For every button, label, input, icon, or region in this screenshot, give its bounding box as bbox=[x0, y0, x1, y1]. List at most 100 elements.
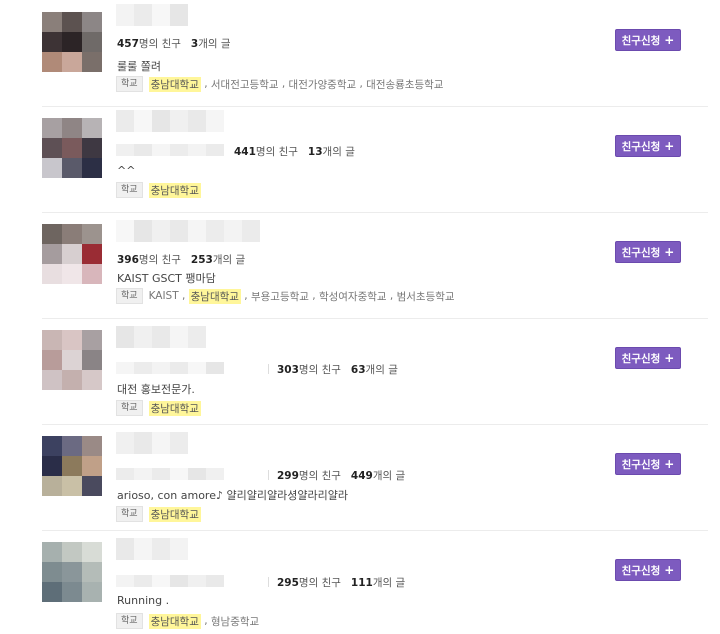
blur-block bbox=[206, 468, 224, 480]
school-link[interactable]: 충남대학교 bbox=[148, 182, 201, 198]
blur-block bbox=[134, 326, 152, 348]
add-friend-button[interactable]: 친구신청 + bbox=[615, 29, 681, 51]
add-friend-button[interactable]: 친구신청 + bbox=[615, 559, 681, 581]
user-name-blurred[interactable] bbox=[116, 326, 206, 348]
blur-block bbox=[134, 220, 152, 242]
blur-block bbox=[134, 538, 152, 560]
blur-block bbox=[206, 110, 224, 132]
school-link[interactable]: 충남대학교 bbox=[148, 400, 201, 416]
school-link[interactable]: 대전가양중학교 bbox=[289, 77, 357, 92]
plus-icon: + bbox=[664, 351, 675, 365]
add-friend-button[interactable]: 친구신청 + bbox=[615, 135, 681, 157]
avatar-pixel bbox=[82, 582, 102, 602]
blur-block bbox=[116, 4, 134, 26]
school-link[interactable]: 충남대학교 bbox=[148, 506, 201, 522]
add-friend-label: 친구신청 bbox=[621, 564, 661, 577]
avatar[interactable] bbox=[42, 224, 102, 284]
user-name-blurred[interactable] bbox=[116, 538, 188, 560]
avatar-pixel bbox=[42, 562, 62, 582]
blur-block bbox=[152, 468, 170, 480]
user-name-blurred[interactable] bbox=[116, 110, 224, 132]
school-separator: , bbox=[278, 78, 289, 90]
avatar-pixel bbox=[42, 350, 62, 370]
blur-block bbox=[116, 538, 134, 560]
school-link[interactable]: 서대전고등학교 bbox=[211, 77, 279, 92]
user-name-blurred[interactable] bbox=[116, 432, 188, 454]
blur-block bbox=[152, 538, 170, 560]
avatar-pixel bbox=[62, 264, 82, 284]
school-link[interactable]: KAIST bbox=[149, 290, 179, 302]
school-link[interactable]: 충남대학교 bbox=[188, 288, 241, 304]
school-link[interactable]: 대전송룡초등학교 bbox=[366, 77, 443, 92]
school-tag-badge: 학교 bbox=[116, 76, 143, 92]
avatar-pixel bbox=[62, 138, 82, 158]
avatar-pixel bbox=[42, 244, 62, 264]
blur-block bbox=[134, 575, 152, 587]
friend-count-label: 명의 친구 bbox=[255, 146, 298, 158]
avatar[interactable] bbox=[42, 118, 102, 178]
avatar-pixel bbox=[42, 138, 62, 158]
school-list: 학교 충남대학교 bbox=[116, 506, 201, 522]
school-list: 학교 충남대학교 , 서대전고등학교 , 대전가양중학교 , 대전송룡초등학교 bbox=[116, 76, 443, 92]
friend-count-label: 명의 친구 bbox=[138, 254, 181, 266]
blur-block bbox=[170, 362, 188, 374]
row-divider bbox=[42, 318, 708, 319]
user-name-blurred[interactable] bbox=[116, 4, 188, 26]
avatar-pixel bbox=[42, 264, 62, 284]
school-tag-badge: 학교 bbox=[116, 400, 143, 416]
blur-block bbox=[242, 220, 260, 242]
school-link[interactable]: 충남대학교 bbox=[148, 613, 201, 629]
blur-block bbox=[170, 432, 188, 454]
blur-block bbox=[116, 110, 134, 132]
avatar-pixel bbox=[42, 158, 62, 178]
avatar-pixel bbox=[82, 244, 102, 264]
school-link[interactable]: 충남대학교 bbox=[148, 76, 201, 92]
blur-block bbox=[170, 144, 188, 156]
blur-block bbox=[152, 110, 170, 132]
add-friend-button[interactable]: 친구신청 + bbox=[615, 241, 681, 263]
avatar[interactable] bbox=[42, 12, 102, 72]
avatar[interactable] bbox=[42, 542, 102, 602]
school-tag-badge: 학교 bbox=[116, 506, 143, 522]
avatar[interactable] bbox=[42, 436, 102, 496]
friend-count-label: 명의 친구 bbox=[138, 38, 181, 50]
post-count-label: 개의 글 bbox=[372, 470, 406, 482]
blur-block bbox=[170, 220, 188, 242]
school-link[interactable]: 부용고등학교 bbox=[251, 289, 309, 304]
school-link[interactable]: 범서초등학교 bbox=[397, 289, 455, 304]
user-name-blurred[interactable] bbox=[116, 220, 260, 242]
friend-count: 441 bbox=[234, 146, 256, 158]
blur-block bbox=[134, 4, 152, 26]
blur-block bbox=[152, 326, 170, 348]
avatar[interactable] bbox=[42, 330, 102, 390]
school-tag-badge: 학교 bbox=[116, 182, 143, 198]
add-friend-button[interactable]: 친구신청 + bbox=[615, 453, 681, 475]
avatar-pixel bbox=[62, 370, 82, 390]
user-stats: 303명의 친구 63개의 글 bbox=[266, 362, 398, 377]
user-bio: Running . bbox=[117, 594, 170, 607]
blur-block bbox=[206, 575, 224, 587]
plus-icon: + bbox=[664, 245, 675, 259]
blur-block bbox=[188, 326, 206, 348]
plus-icon: + bbox=[664, 457, 675, 471]
avatar-pixel bbox=[62, 542, 82, 562]
blur-block bbox=[188, 220, 206, 242]
add-friend-label: 친구신청 bbox=[621, 140, 661, 153]
user-bio: KAIST GSCT 팽마담 bbox=[117, 272, 216, 285]
school-link[interactable]: 학성여자중학교 bbox=[319, 289, 387, 304]
blur-block bbox=[188, 110, 206, 132]
avatar-pixel bbox=[82, 562, 102, 582]
avatar-pixel bbox=[82, 264, 102, 284]
avatar-pixel bbox=[82, 436, 102, 456]
avatar-pixel bbox=[42, 476, 62, 496]
avatar-pixel bbox=[82, 52, 102, 72]
user-bio: 룰룰 쫄려 bbox=[117, 60, 161, 73]
add-friend-button[interactable]: 친구신청 + bbox=[615, 347, 681, 369]
blur-block bbox=[152, 432, 170, 454]
post-count-label: 개의 글 bbox=[198, 38, 231, 50]
post-count-label: 개의 글 bbox=[372, 577, 406, 589]
blur-block bbox=[188, 575, 206, 587]
avatar-pixel bbox=[62, 562, 82, 582]
school-link[interactable]: 형남중학교 bbox=[211, 614, 259, 629]
blur-block bbox=[188, 144, 206, 156]
